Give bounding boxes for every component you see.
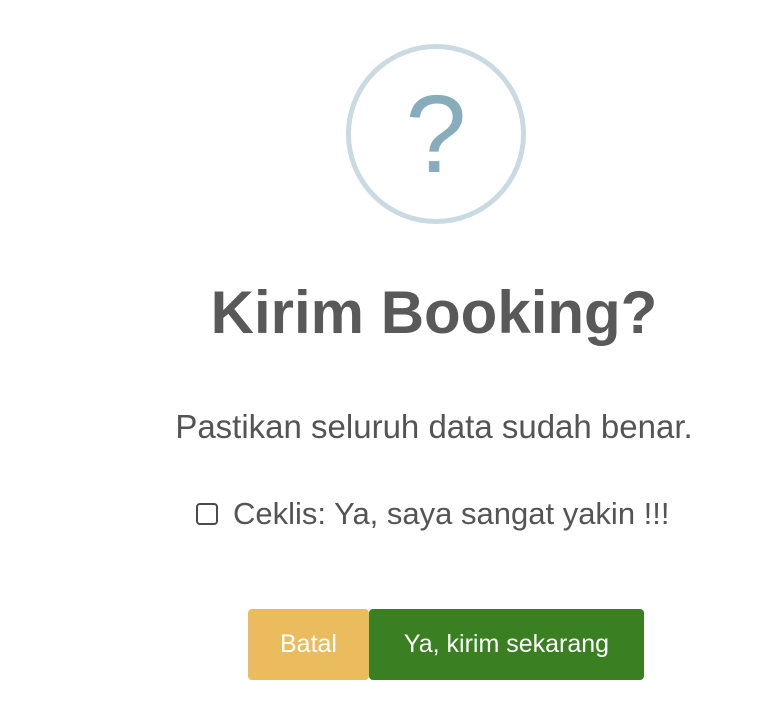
confirm-booking-dialog: ? Kirim Booking? Pastikan seluruh data s…: [0, 0, 782, 702]
cancel-button[interactable]: Batal: [248, 609, 369, 680]
dialog-message: Pastikan seluruh data sudah benar.: [175, 408, 693, 445]
question-mark-glyph: ?: [405, 73, 467, 196]
confirmation-checkbox-label[interactable]: Ceklis: Ya, saya sangat yakin !!!: [233, 494, 670, 534]
dialog-title: Kirim Booking?: [210, 279, 658, 346]
confirmation-row[interactable]: Ceklis: Ya, saya sangat yakin !!!: [196, 494, 670, 534]
question-icon: ?: [346, 44, 526, 224]
dialog-actions: Batal Ya, kirim sekarang: [248, 609, 644, 680]
confirm-send-button[interactable]: Ya, kirim sekarang: [369, 609, 644, 680]
confirmation-checkbox[interactable]: [196, 503, 218, 525]
